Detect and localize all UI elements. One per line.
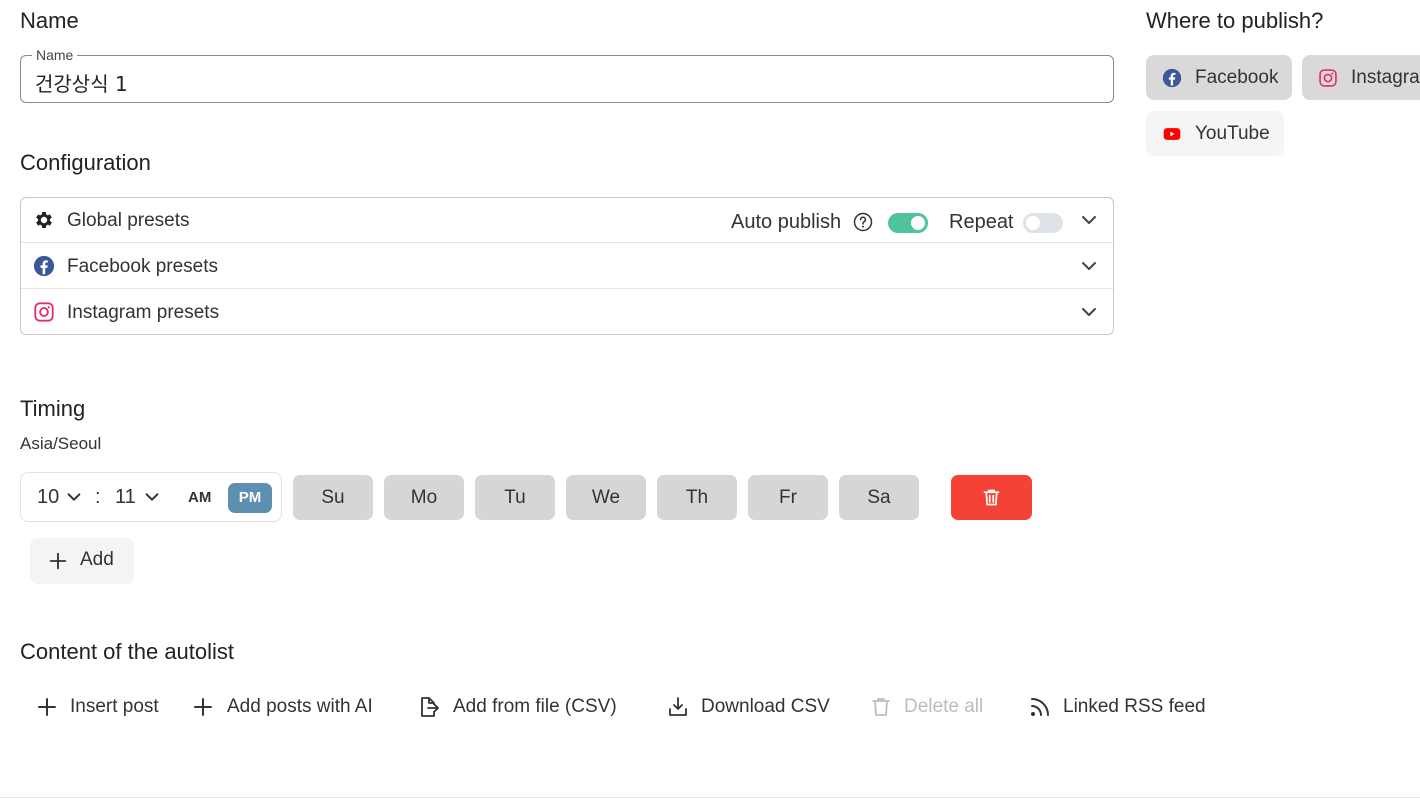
add-time-button[interactable]: Add	[30, 538, 134, 584]
name-heading: Name	[20, 8, 79, 33]
day-sunday-button[interactable]: Su	[293, 475, 373, 520]
auto-publish-label: Auto publish	[731, 211, 842, 233]
facebook-presets-row[interactable]: Facebook presets	[21, 244, 1113, 289]
bottom-divider	[0, 797, 1420, 798]
plus-icon	[49, 552, 67, 570]
publish-instagram-label: Instagram	[1351, 67, 1420, 88]
chevron-down-icon[interactable]	[1079, 210, 1099, 230]
hour-value[interactable]: 10	[37, 486, 59, 509]
plus-icon	[38, 698, 56, 716]
instagram-icon	[34, 302, 54, 322]
insert-post-label: Insert post	[70, 696, 159, 717]
rss-icon	[1031, 698, 1049, 716]
trash-icon	[872, 698, 890, 716]
add-from-file-label: Add from file (CSV)	[453, 696, 617, 717]
auto-publish-toggle[interactable]	[888, 213, 928, 233]
trash-icon	[983, 489, 1000, 506]
instagram-presets-label: Instagram presets	[67, 302, 220, 323]
facebook-presets-label: Facebook presets	[67, 256, 219, 277]
facebook-icon	[1162, 68, 1182, 88]
publish-youtube-button[interactable]: YouTube	[1146, 111, 1284, 156]
configuration-heading: Configuration	[20, 150, 151, 175]
youtube-icon	[1163, 128, 1181, 140]
name-field[interactable]: Name 건강상식 1	[20, 47, 1114, 103]
help-icon[interactable]	[853, 212, 873, 232]
content-heading: Content of the autolist	[20, 639, 235, 664]
global-presets-row[interactable]: Global presets Auto publish Repeat	[21, 198, 1113, 243]
delete-all-label: Delete all	[904, 696, 984, 717]
chevron-down-icon[interactable]	[1079, 256, 1099, 276]
time-separator: :	[95, 486, 101, 508]
name-field-value[interactable]: 건강상식 1	[35, 68, 128, 97]
publish-youtube-label: YouTube	[1195, 123, 1270, 144]
instagram-presets-row[interactable]: Instagram presets	[21, 290, 1113, 335]
delete-time-button[interactable]	[951, 475, 1032, 520]
repeat-toggle[interactable]	[1023, 213, 1063, 233]
name-field-label: Name	[32, 47, 78, 63]
publish-facebook-label: Facebook	[1195, 67, 1279, 88]
publish-facebook-button[interactable]: Facebook	[1146, 55, 1292, 100]
file-import-icon	[421, 697, 439, 717]
day-monday-button[interactable]: Mo	[384, 475, 464, 520]
day-saturday-button[interactable]: Sa	[839, 475, 919, 520]
plus-icon	[194, 698, 212, 716]
global-presets-label: Global presets	[67, 210, 190, 231]
configuration-panel: Global presets Auto publish Repeat Faceb…	[20, 197, 1114, 335]
day-thursday-button[interactable]: Th	[657, 475, 737, 520]
gear-icon	[36, 212, 52, 228]
repeat-label: Repeat	[949, 211, 1014, 233]
timing-heading: Timing	[20, 396, 86, 421]
publish-instagram-button[interactable]: Instagram	[1302, 55, 1420, 100]
minute-value[interactable]: 11	[115, 486, 136, 509]
publish-heading: Where to publish?	[1146, 8, 1324, 33]
hour-chevron-down-icon[interactable]	[65, 488, 83, 506]
download-csv-label: Download CSV	[701, 696, 830, 717]
linked-rss-label: Linked RSS feed	[1063, 696, 1206, 717]
chevron-down-icon[interactable]	[1079, 302, 1099, 322]
instagram-icon	[1319, 69, 1337, 87]
minute-chevron-down-icon[interactable]	[143, 488, 161, 506]
day-friday-button[interactable]: Fr	[748, 475, 828, 520]
day-wednesday-button[interactable]: We	[566, 475, 646, 520]
facebook-icon	[33, 255, 55, 277]
add-posts-ai-label: Add posts with AI	[227, 696, 373, 717]
pm-button[interactable]: PM	[228, 483, 272, 513]
timezone-label: Asia/Seoul	[20, 434, 102, 453]
am-button[interactable]: AM	[188, 489, 211, 506]
download-icon	[669, 697, 687, 716]
day-tuesday-button[interactable]: Tu	[475, 475, 555, 520]
add-time-label: Add	[80, 549, 114, 570]
time-picker: 10 : 11 AM PM	[20, 472, 282, 522]
